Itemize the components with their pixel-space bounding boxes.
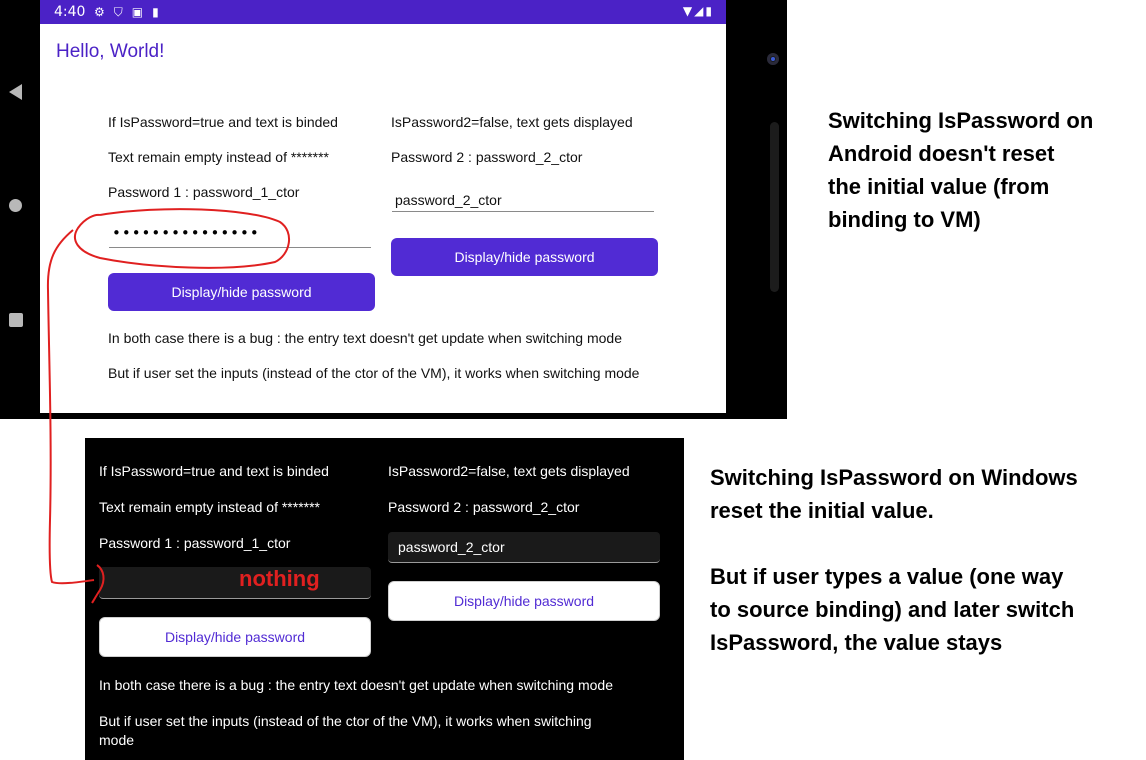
password2-entry[interactable]: password_2_ctor [388, 532, 660, 563]
android-note-line: Android doesn't reset [828, 141, 1055, 166]
windows-note-line: But if user types a value (one way [710, 564, 1064, 589]
windows-note-line: reset the initial value. [710, 498, 934, 523]
password1-entry[interactable] [99, 567, 371, 599]
bug-note: In both case there is a bug : the entry … [99, 677, 613, 693]
annotation-label: nothing [239, 566, 320, 591]
password2-value-label: Password 2 : password_2_ctor [391, 149, 583, 165]
workaround-note: But if user set the inputs (instead of t… [108, 365, 640, 381]
home-nav-icon[interactable] [9, 199, 22, 212]
password1-note: Text remain empty instead of ******* [108, 149, 329, 165]
password2-description: IsPassword2=false, text gets displayed [388, 463, 630, 479]
status-notification-icons: ⚙⛉▣▮ [94, 5, 168, 20]
toggle-password1-button[interactable]: Display/hide password [108, 273, 375, 311]
battery-icon: ▮ [705, 4, 714, 18]
workaround-note-line2: mode [99, 732, 135, 748]
emulator-side-scrollbar[interactable] [770, 122, 779, 292]
password1-entry[interactable]: ••••••••••••••• [109, 224, 371, 248]
password1-description: If IsPassword=true and text is binded [99, 463, 329, 479]
page-title: Hello, World! [56, 41, 165, 62]
android-note-line: the initial value (from [828, 174, 1050, 199]
android-note-line: binding to VM) [828, 207, 981, 232]
status-system-icons: ▼◢▮ [683, 4, 714, 18]
bug-note: In both case there is a bug : the entry … [108, 330, 622, 346]
windows-note-spacer [710, 527, 1078, 560]
toggle-password2-button[interactable]: Display/hide password [391, 238, 658, 276]
camera-icon [767, 53, 779, 65]
windows-note-line: IsPassword, the value stays [710, 630, 1003, 655]
password2-entry-text: password_2_ctor [395, 192, 502, 208]
signal-icon: ◢ [694, 4, 706, 18]
windows-note-line: Switching IsPassword on Windows [710, 465, 1078, 490]
windows-app-window: If IsPassword=true and text is binded Te… [85, 438, 684, 760]
password1-value-label: Password 1 : password_1_ctor [108, 184, 300, 200]
shield-icon: ⛉ [113, 5, 132, 19]
password2-entry[interactable]: password_2_ctor [392, 191, 654, 212]
password1-description: If IsPassword=true and text is binded [108, 114, 338, 130]
workaround-note-line1: But if user set the inputs (instead of t… [99, 713, 592, 729]
android-emulator-frame: 4:40 ⚙⛉▣▮ ▼◢▮ Hello, World! If IsPasswor… [0, 0, 787, 419]
password2-entry-text: password_2_ctor [398, 539, 505, 555]
back-nav-icon[interactable] [9, 84, 22, 100]
android-note: Switching IsPassword on Android doesn't … [828, 104, 1093, 236]
a-icon: ▣ [131, 5, 153, 19]
status-time: 4:40 [54, 4, 86, 20]
password2-value-label: Password 2 : password_2_ctor [388, 499, 580, 515]
password1-note: Text remain empty instead of ******* [99, 499, 320, 515]
status-bar: 4:40 ⚙⛉▣▮ ▼◢▮ [40, 0, 726, 24]
sd-card-icon: ▮ [152, 5, 168, 19]
windows-note: Switching IsPassword on Windows reset th… [710, 461, 1078, 659]
recents-nav-icon[interactable] [9, 313, 23, 327]
android-note-line: Switching IsPassword on [828, 108, 1094, 133]
password2-description: IsPassword2=false, text gets displayed [391, 114, 633, 130]
wifi-icon: ▼ [682, 4, 695, 18]
password1-value-label: Password 1 : password_1_ctor [99, 535, 291, 551]
android-app-screen: 4:40 ⚙⛉▣▮ ▼◢▮ Hello, World! If IsPasswor… [40, 0, 726, 413]
toggle-password2-button[interactable]: Display/hide password [388, 581, 660, 621]
gear-icon: ⚙ [94, 5, 114, 19]
windows-note-line: to source binding) and later switch [710, 597, 1075, 622]
password1-entry-dots: ••••••••••••••• [112, 224, 260, 242]
toggle-password1-button[interactable]: Display/hide password [99, 617, 371, 657]
